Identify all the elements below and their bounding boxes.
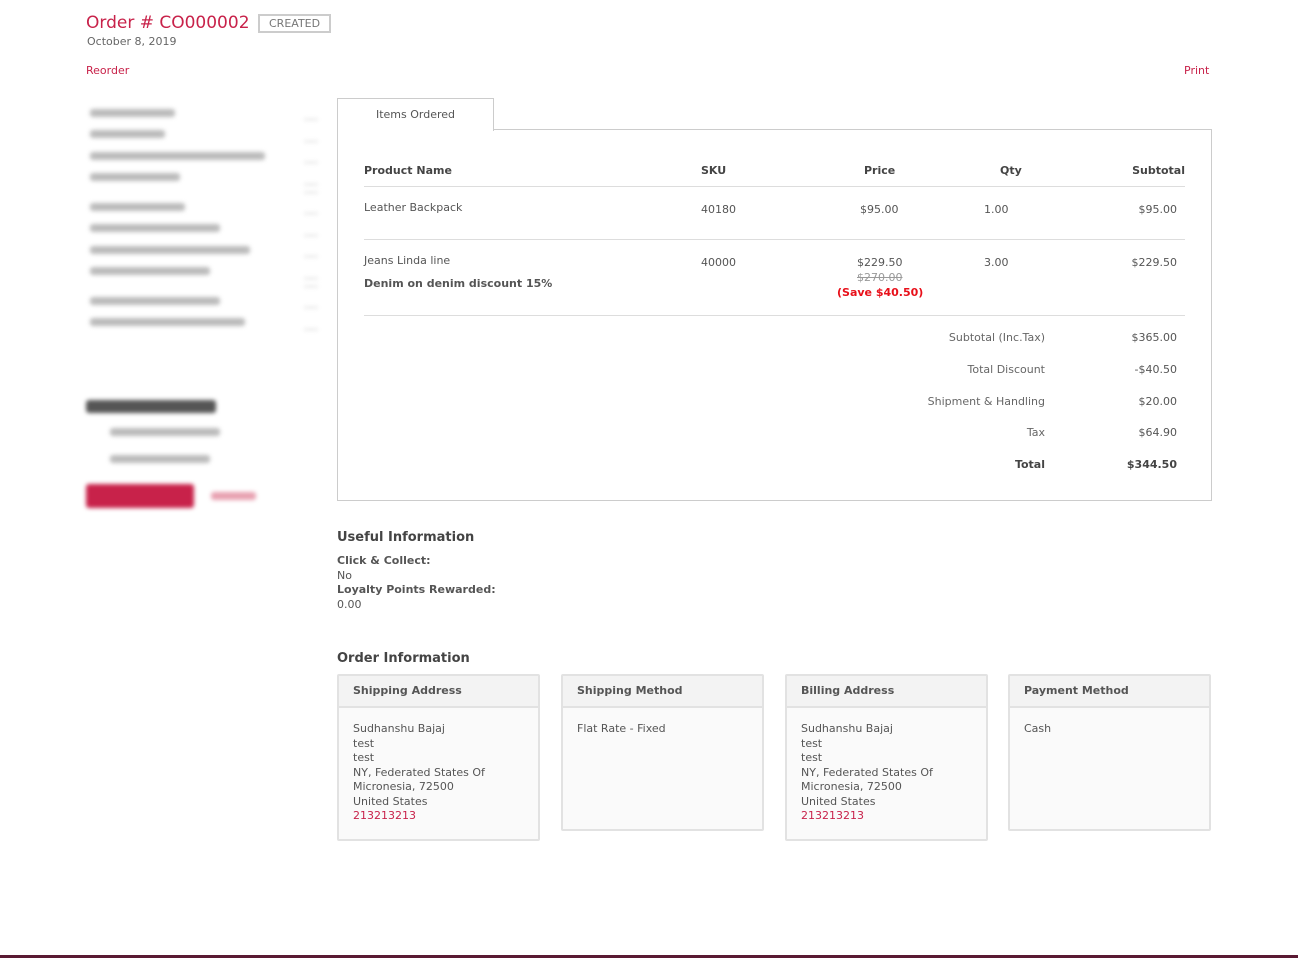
shipping-label: Shipment & Handling [927, 395, 1045, 408]
tax-value: $64.90 [1138, 426, 1178, 439]
click-collect-value: No [337, 568, 352, 582]
card-title: Shipping Address [339, 676, 538, 708]
save-amount: (Save $40.50) [837, 286, 924, 299]
payment-method-card: Payment Method Cash [1008, 674, 1211, 831]
subtotal: $229.50 [1131, 256, 1178, 269]
account-sidebar-nav[interactable] [86, 100, 318, 340]
address-line: test [353, 736, 375, 750]
col-product-name: Product Name [364, 164, 452, 177]
print-link[interactable]: Print [1184, 64, 1209, 77]
recently-ordered-widget [86, 398, 318, 518]
useful-info: Click & Collect: No Loyalty Points Rewar… [337, 554, 496, 612]
card-title: Payment Method [1010, 676, 1209, 708]
address-line: Micronesia, 72500 [353, 780, 454, 793]
card-title: Billing Address [787, 676, 986, 708]
address-line: NY, Federated States Of [801, 765, 933, 779]
tax-label: Tax [1026, 426, 1045, 439]
sku: 40180 [701, 203, 736, 216]
useful-info-heading: Useful Information [337, 530, 475, 545]
address-line: test [353, 751, 375, 764]
payment-method-value: Cash [1024, 722, 1052, 735]
qty: 3.00 [984, 256, 1009, 269]
address-line: test [801, 736, 823, 750]
subtotal: $95.00 [1138, 203, 1178, 216]
shipping-method-card: Shipping Method Flat Rate - Fixed [561, 674, 764, 831]
address-line: Sudhanshu Bajaj [801, 722, 893, 735]
price: $95.00 [860, 203, 899, 216]
reorder-link[interactable]: Reorder [86, 64, 129, 77]
subtotal-label: Subtotal (Inc.Tax) [948, 331, 1045, 344]
billing-address-card: Billing Address Sudhanshu Bajaj test tes… [785, 674, 988, 841]
discount-label: Total Discount [967, 363, 1045, 376]
col-sku: SKU [701, 164, 727, 177]
address-line: NY, Federated States Of [353, 765, 485, 779]
phone-link[interactable]: 213213213 [801, 809, 864, 822]
loyalty-value: 0.00 [337, 597, 362, 611]
address-line: Micronesia, 72500 [801, 780, 902, 793]
sku: 40000 [701, 256, 736, 269]
col-qty: Qty [1000, 164, 1022, 177]
total-label: Total [1014, 458, 1045, 471]
card-title: Shipping Method [563, 676, 762, 708]
add-to-cart-button[interactable] [86, 484, 194, 508]
original-price: $270.00 [857, 271, 903, 284]
tab-items-ordered[interactable]: Items Ordered [337, 98, 494, 131]
col-price: Price [864, 164, 896, 177]
total-value: $344.50 [1126, 458, 1177, 471]
qty: 1.00 [984, 203, 1009, 216]
address-line: test [801, 751, 823, 764]
loyalty-label: Loyalty Points Rewarded: [337, 583, 496, 596]
shipping-method-value: Flat Rate - Fixed [577, 722, 666, 735]
order-date: October 8, 2019 [87, 35, 177, 48]
discount-value: -$40.50 [1134, 363, 1177, 376]
shipping-address-card: Shipping Address Sudhanshu Bajaj test te… [337, 674, 540, 841]
view-all-link[interactable] [211, 492, 256, 500]
subtotal-value: $365.00 [1131, 331, 1178, 344]
price: $229.50 [857, 256, 903, 269]
phone-link[interactable]: 213213213 [353, 809, 416, 822]
items-ordered-panel: Product Name SKU Price Qty Subtotal Leat… [337, 129, 1212, 501]
discount-label: Denim on denim discount 15% [364, 277, 553, 290]
col-subtotal: Subtotal [1132, 164, 1185, 177]
page-title: Order # CO000002 [86, 13, 250, 33]
status-badge: CREATED [258, 14, 332, 33]
address-line: Sudhanshu Bajaj [353, 722, 445, 735]
click-collect-label: Click & Collect: [337, 554, 431, 567]
product-name: Leather Backpack [364, 201, 463, 214]
order-info-heading: Order Information [337, 651, 470, 666]
product-name: Jeans Linda line [364, 254, 451, 267]
address-line: United States [801, 794, 876, 808]
address-line: United States [353, 794, 428, 808]
shipping-value: $20.00 [1138, 395, 1178, 408]
